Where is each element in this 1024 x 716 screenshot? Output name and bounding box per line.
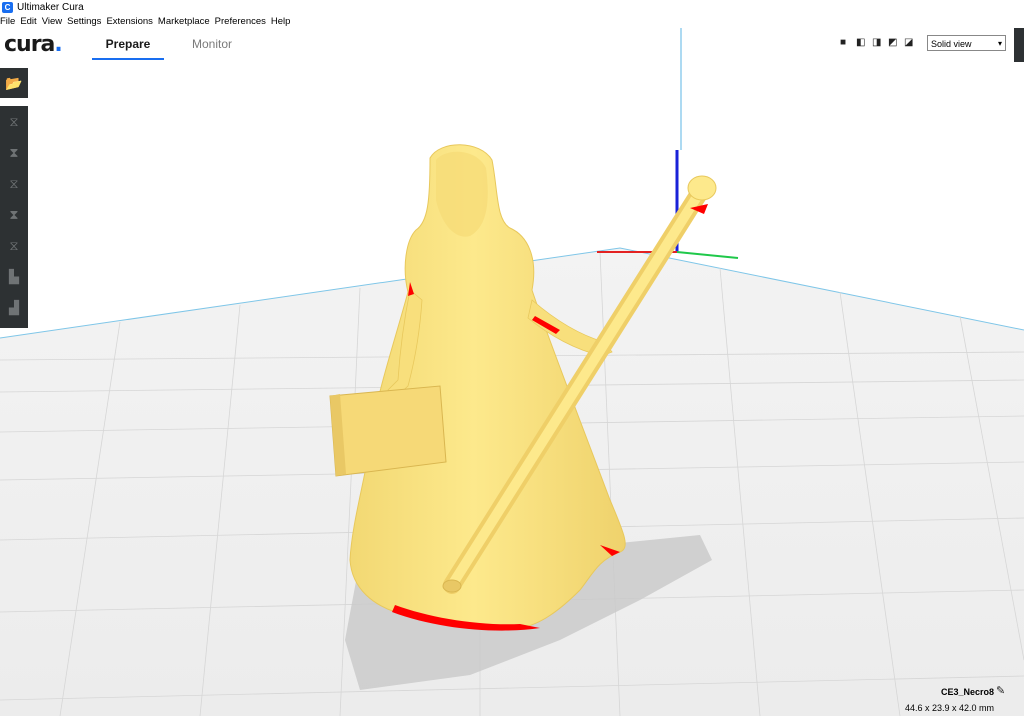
window-title: Ultimaker Cura [17, 1, 84, 13]
support-blocker-button[interactable]: ▙ [0, 261, 28, 292]
window-titlebar: C Ultimaker Cura [0, 0, 1024, 14]
3d-view-icon[interactable]: ■ [840, 38, 850, 48]
right-view-icon[interactable]: ◪ [904, 38, 914, 48]
camera-view-buttons: ■ ◧ ◨ ◩ ◪ [840, 38, 914, 48]
menu-preferences[interactable]: Preferences [215, 16, 266, 27]
tab-prepare[interactable]: Prepare [92, 37, 164, 60]
menu-extensions[interactable]: Extensions [106, 16, 152, 27]
logo-text: cura [4, 32, 55, 57]
layer-tool-button[interactable]: ▟ [0, 292, 28, 323]
tool-panel: ⧖ ⧗ ⧖ ⧗ ⧖ ▙ ▟ [0, 106, 28, 328]
menu-edit[interactable]: Edit [20, 16, 36, 27]
cura-app-icon: C [2, 1, 13, 13]
menu-marketplace[interactable]: Marketplace [158, 16, 210, 27]
menu-bar: File Edit View Settings Extensions Marke… [0, 14, 1024, 28]
move-icon: ⧖ [9, 114, 19, 129]
model-book [329, 385, 447, 477]
left-view-icon[interactable]: ◩ [888, 38, 898, 48]
pencil-icon[interactable]: ✎ [996, 684, 1005, 697]
folder-open-icon: 📂 [5, 75, 23, 91]
top-view-icon[interactable]: ◨ [872, 38, 882, 48]
scale-tool-button[interactable]: ⧗ [0, 137, 28, 168]
logo-dot: . [54, 32, 62, 57]
rotate-tool-button[interactable]: ⧖ [0, 168, 28, 199]
object-dimensions: 44.6 x 23.9 x 42.0 mm [904, 703, 994, 713]
y-axis [676, 251, 739, 259]
per-model-settings-button[interactable]: ⧖ [0, 230, 28, 261]
cura-logo: cura. [4, 32, 63, 57]
tab-monitor[interactable]: Monitor [180, 37, 244, 51]
front-view-icon[interactable]: ◧ [856, 38, 866, 48]
layer-icon: ▟ [9, 300, 19, 315]
right-panel-edge[interactable] [1014, 28, 1024, 62]
open-file-button[interactable]: 📂 [0, 68, 28, 98]
per-model-settings-icon: ⧖ [9, 238, 19, 253]
move-tool-button[interactable]: ⧖ [0, 106, 28, 137]
scale-icon: ⧗ [9, 145, 19, 160]
menu-settings[interactable]: Settings [67, 16, 101, 27]
view-type-value: Solid view [931, 39, 972, 49]
mirror-icon: ⧗ [9, 207, 19, 222]
rotate-icon: ⧖ [9, 176, 19, 191]
menu-view[interactable]: View [42, 16, 62, 27]
menu-file[interactable]: File [0, 16, 15, 27]
view-type-select[interactable]: Solid view ▾ [927, 35, 1006, 51]
mirror-tool-button[interactable]: ⧗ [0, 199, 28, 230]
menu-help[interactable]: Help [271, 16, 291, 27]
support-blocker-icon: ▙ [9, 269, 19, 284]
object-name: CE3_Necro8 [940, 687, 994, 697]
viewport-3d[interactable] [0, 0, 1024, 716]
chevron-down-icon: ▾ [997, 39, 1002, 48]
